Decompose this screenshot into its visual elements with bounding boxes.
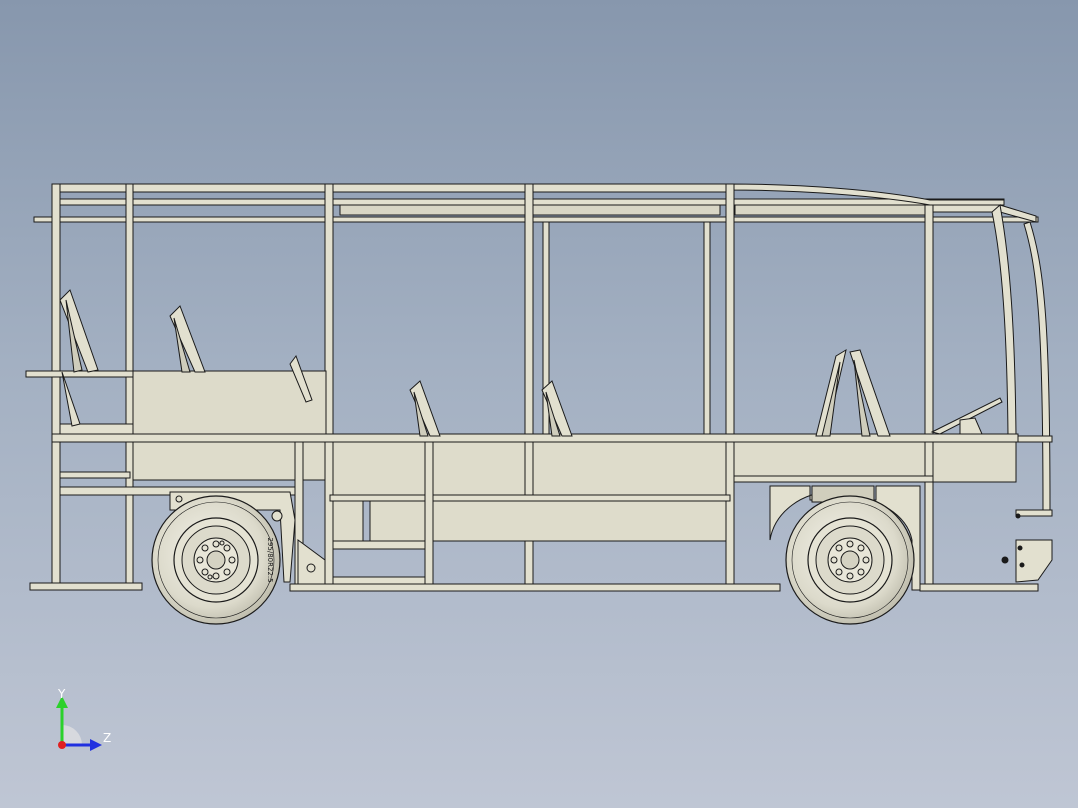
y-axis-label: Y — [58, 687, 66, 701]
front-wheel — [785, 495, 915, 625]
roof-frame — [33, 183, 1039, 223]
seat-6 — [815, 348, 891, 437]
x-axis-dot — [58, 741, 66, 749]
bus-frame-model[interactable]: 295/80R22.5 — [0, 0, 1078, 808]
rear-wheel: 295/80R22.5 — [151, 495, 281, 625]
driver-controls — [930, 397, 1003, 435]
axis-triad[interactable] — [56, 696, 102, 751]
seat-4 — [409, 380, 441, 437]
cad-viewport[interactable]: 295/80R22.5 Y Z — [0, 0, 1078, 808]
seat-1 — [59, 289, 99, 427]
seat-2 — [169, 305, 206, 373]
z-axis-arrow-head — [90, 739, 102, 751]
tire-sidewall-text: 295/80R22.5 — [266, 537, 274, 582]
z-axis-label: Z — [103, 731, 112, 745]
